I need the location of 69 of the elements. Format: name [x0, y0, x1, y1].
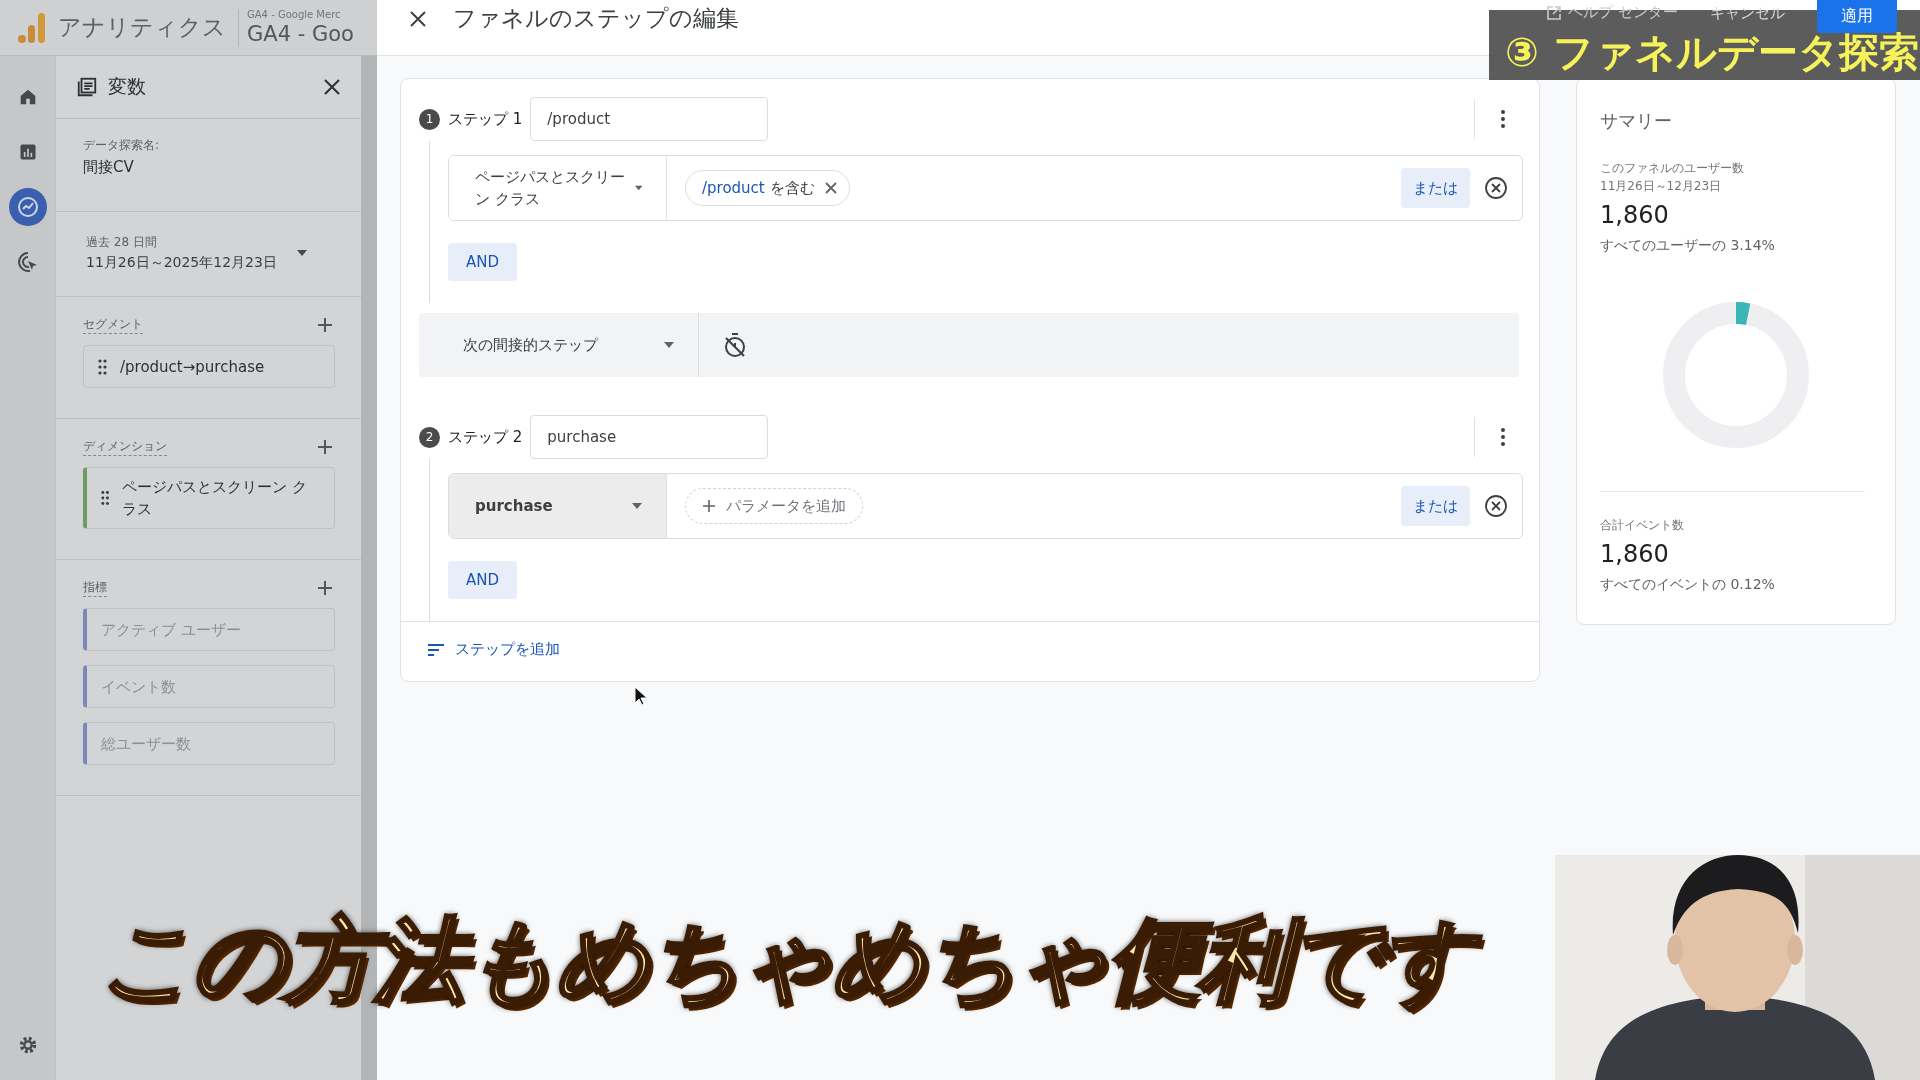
section-title: ディメンション	[83, 438, 167, 456]
list-icon	[76, 76, 98, 98]
video-caption: この方法もめちゃめちゃ便利です	[86, 895, 1512, 1034]
and-button[interactable]: AND	[448, 561, 518, 599]
step-number: 2	[419, 426, 440, 448]
close-button[interactable]	[409, 9, 427, 28]
circled-close-icon	[1484, 494, 1508, 518]
event-select[interactable]: purchase	[449, 474, 667, 538]
segment-chip[interactable]: /product→purchase	[83, 345, 335, 388]
property-name[interactable]: GA4 - Goo	[247, 20, 354, 47]
metric-label: 合計イベント数	[1600, 517, 1685, 534]
close-icon	[409, 9, 427, 28]
step-name-field[interactable]: purchase	[530, 415, 769, 459]
circled-close-icon	[1484, 176, 1508, 200]
close-button[interactable]	[323, 78, 341, 96]
cancel-button[interactable]: キャンセル	[1704, 3, 1791, 24]
caret-icon	[632, 503, 642, 509]
caret-icon	[634, 185, 642, 191]
exploration-name[interactable]: 間接CV	[83, 158, 335, 177]
user-share: すべてのユーザーの 3.14%	[1600, 237, 1776, 255]
timer-off-icon	[723, 332, 747, 358]
close-icon	[323, 78, 341, 96]
drag-handle-icon[interactable]	[101, 490, 111, 506]
step-number: 1	[419, 108, 440, 130]
timer-button[interactable]	[723, 332, 747, 358]
dimension-chip[interactable]: ページパスとスクリーン クラス	[83, 467, 335, 529]
sort-lines-icon	[427, 642, 445, 657]
add-parameter-button[interactable]: パラメータを追加	[685, 488, 863, 524]
mouse-cursor-icon	[634, 686, 648, 706]
dimension-select[interactable]: ページパスとスクリーン クラス	[449, 156, 667, 220]
date-range: 11月26日～12月23日	[1600, 178, 1723, 195]
section-title: 指標	[83, 579, 107, 597]
caret-icon	[296, 250, 307, 256]
more-vertical-icon	[1501, 428, 1505, 446]
or-button[interactable]: または	[1401, 486, 1470, 526]
close-icon[interactable]	[824, 182, 837, 194]
plus-icon	[702, 499, 716, 513]
add-icon[interactable]	[315, 578, 335, 598]
field-label: データ探索名:	[83, 137, 161, 154]
step-label: ステップ 2	[448, 427, 523, 447]
event-count: 1,860	[1600, 540, 1670, 568]
nav-rail-button[interactable]	[8, 188, 47, 226]
caret-icon	[664, 342, 674, 348]
summary-title: サマリー	[1600, 109, 1673, 133]
add-icon[interactable]	[315, 437, 335, 457]
account-name: GA4 - Google Merc	[247, 8, 342, 21]
step-relation-select[interactable]: 次の間接的ステップ	[419, 313, 699, 377]
and-button[interactable]: AND	[448, 243, 518, 281]
metric-label: このファネルのユーザー数	[1600, 160, 1745, 177]
product-name: アナリティクス	[58, 13, 226, 42]
section-title: セグメント	[83, 316, 143, 334]
analytics-logo-icon	[18, 11, 46, 44]
external-link-icon	[1546, 4, 1563, 21]
drag-handle-icon[interactable]	[98, 358, 108, 375]
trend-chart-icon	[15, 195, 40, 219]
add-step-link[interactable]: ステップを追加	[427, 640, 560, 659]
date-range-picker[interactable]: 過去 28 日間 11月26日～2025年12月23日	[86, 234, 335, 272]
remove-condition-button[interactable]	[1484, 176, 1508, 200]
apply-button[interactable]: 適用	[1817, 0, 1897, 33]
dialog-title: ファネルのステップの編集	[453, 4, 740, 33]
event-share: すべてのイベントの 0.12%	[1600, 576, 1776, 594]
add-icon[interactable]	[315, 315, 335, 335]
step-label: ステップ 1	[448, 109, 523, 129]
panel-title: 変数	[108, 74, 147, 99]
user-count: 1,860	[1600, 201, 1670, 229]
or-button[interactable]: または	[1401, 168, 1470, 208]
step-name-field[interactable]: /product	[530, 97, 769, 141]
more-vertical-icon	[1501, 110, 1505, 128]
remove-condition-button[interactable]	[1484, 494, 1508, 518]
